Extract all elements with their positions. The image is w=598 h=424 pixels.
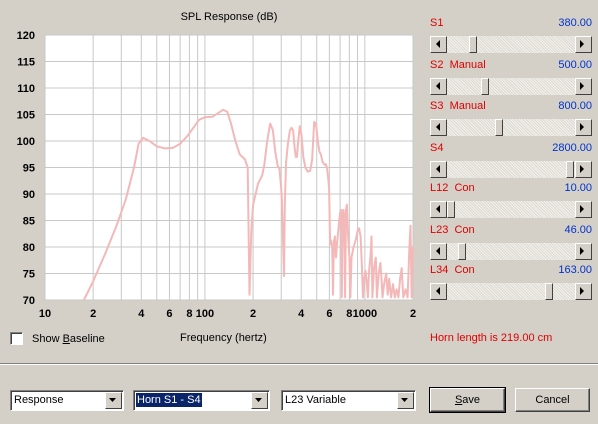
x-tick-label: 2 xyxy=(90,308,96,320)
x-tick-label: 8 xyxy=(186,308,192,320)
scroll-right-arrow-icon[interactable] xyxy=(575,161,592,178)
y-tick-label: 70 xyxy=(23,295,35,307)
slider-scrollbar[interactable] xyxy=(430,243,592,260)
save-button[interactable]: Save xyxy=(429,387,506,413)
slider-value: 500.00 xyxy=(558,59,592,71)
slider-label: L23 Con xyxy=(430,224,475,236)
scroll-left-arrow-icon[interactable] xyxy=(430,283,447,300)
spl-chart: 70 75 80 85 90 95 100 105 110 115 120 10 2 4 6 8 100 2 4 6 8… xyxy=(0,0,424,324)
y-tick-label: 90 xyxy=(23,189,35,201)
slider-scrollbar[interactable] xyxy=(430,161,592,178)
slider-3: S4 2800.00 xyxy=(430,142,592,182)
slider-5: L23 Con 46.00 xyxy=(430,224,592,264)
checkbox-box[interactable] xyxy=(10,332,23,345)
y-tick-label: 105 xyxy=(17,110,35,122)
y-tick-label: 80 xyxy=(23,242,35,254)
x-tick-label: 6 xyxy=(326,308,332,320)
save-button-label: Save xyxy=(454,394,481,406)
chart-title: SPL Response (dB) xyxy=(181,11,278,23)
horn-select-value: Horn S1 - S4 xyxy=(136,393,202,407)
slider-thumb[interactable] xyxy=(495,119,503,136)
slider-value: 10.00 xyxy=(564,182,592,194)
horn-select[interactable]: Horn S1 - S4 xyxy=(133,390,270,411)
scroll-right-arrow-icon[interactable] xyxy=(575,243,592,260)
y-tick-label: 100 xyxy=(17,136,35,148)
slider-label: S2 Manual xyxy=(430,59,486,71)
horn-length-text: Horn length is 219.00 cm xyxy=(430,332,553,344)
slider-1: S2 Manual 500.00 xyxy=(430,59,592,99)
slider-label: L12 Con xyxy=(430,182,475,194)
view-select[interactable]: Response xyxy=(10,390,124,411)
scroll-right-arrow-icon[interactable] xyxy=(575,201,592,218)
separator xyxy=(0,363,598,365)
x-tick-label: 2 xyxy=(250,308,256,320)
slider-thumb[interactable] xyxy=(545,283,554,300)
slider-value: 46.00 xyxy=(564,224,592,236)
spl-chart-svg: 70 75 80 85 90 95 100 105 110 115 120 10 2 4 6 8 100 2 4 6 8… xyxy=(17,11,416,320)
slider-thumb[interactable] xyxy=(480,78,489,95)
scroll-right-arrow-icon[interactable] xyxy=(575,78,592,95)
y-tick-label: 95 xyxy=(23,163,35,175)
scroll-right-arrow-icon[interactable] xyxy=(575,119,592,136)
y-tick-label: 120 xyxy=(17,30,35,42)
slider-thumb[interactable] xyxy=(565,161,574,178)
x-tick-label: 10 xyxy=(39,308,51,320)
slider-scrollbar[interactable] xyxy=(430,201,592,218)
slider-label: L34 Con xyxy=(430,264,475,276)
y-tick-label: 85 xyxy=(23,216,35,228)
scroll-left-arrow-icon[interactable] xyxy=(430,36,447,53)
x-tick-label: 2 xyxy=(410,308,416,320)
slider-value: 380.00 xyxy=(558,17,592,29)
x-tick-label: 4 xyxy=(138,308,145,320)
slider-label: S3 Manual xyxy=(430,100,486,112)
y-tick-label: 110 xyxy=(17,83,35,95)
x-axis-label: Frequency (hertz) xyxy=(180,332,267,344)
scroll-left-arrow-icon[interactable] xyxy=(430,78,447,95)
variable-select[interactable]: L23 Variable xyxy=(281,390,416,411)
view-select-value: Response xyxy=(14,394,64,406)
cancel-button[interactable]: Cancel xyxy=(515,388,590,412)
slider-value: 800.00 xyxy=(558,100,592,112)
scroll-left-arrow-icon[interactable] xyxy=(430,161,447,178)
slider-6: L34 Con 163.00 xyxy=(430,264,592,304)
scroll-left-arrow-icon[interactable] xyxy=(430,119,447,136)
y-tick-label: 75 xyxy=(23,269,35,281)
slider-scrollbar[interactable] xyxy=(430,283,592,300)
dropdown-arrow-icon[interactable] xyxy=(397,392,414,409)
cancel-button-label: Cancel xyxy=(535,394,570,406)
slider-scrollbar[interactable] xyxy=(430,119,592,136)
scroll-left-arrow-icon[interactable] xyxy=(430,201,447,218)
show-baseline-label: Show Baseline xyxy=(32,332,105,345)
slider-label: S4 xyxy=(430,142,444,154)
scroll-right-arrow-icon[interactable] xyxy=(575,283,592,300)
slider-4: L12 Con 10.00 xyxy=(430,182,592,222)
slider-scrollbar[interactable] xyxy=(430,78,592,95)
slider-scrollbar[interactable] xyxy=(430,36,592,53)
slider-value: 2800.00 xyxy=(552,142,592,154)
slider-value: 163.00 xyxy=(558,264,592,276)
slider-thumb[interactable] xyxy=(468,36,477,53)
x-tick-label: 1000 xyxy=(353,308,377,320)
slider-thumb[interactable] xyxy=(447,201,455,218)
x-tick-label: 8 xyxy=(346,308,352,320)
x-tick-label: 100 xyxy=(196,308,214,320)
x-tick-label: 4 xyxy=(298,308,305,320)
y-tick-label: 115 xyxy=(17,57,35,69)
slider-0: S1 380.00 xyxy=(430,17,592,57)
dropdown-arrow-icon[interactable] xyxy=(105,392,122,409)
slider-2: S3 Manual 800.00 xyxy=(430,100,592,140)
slider-label: S1 xyxy=(430,17,444,29)
scroll-right-arrow-icon[interactable] xyxy=(575,36,592,53)
show-baseline-checkbox[interactable]: Show Baseline xyxy=(10,332,105,345)
variable-select-value: L23 Variable xyxy=(285,394,346,406)
x-tick-label: 6 xyxy=(166,308,172,320)
dropdown-arrow-icon[interactable] xyxy=(251,392,268,409)
slider-thumb[interactable] xyxy=(457,243,466,260)
scroll-left-arrow-icon[interactable] xyxy=(430,243,447,260)
